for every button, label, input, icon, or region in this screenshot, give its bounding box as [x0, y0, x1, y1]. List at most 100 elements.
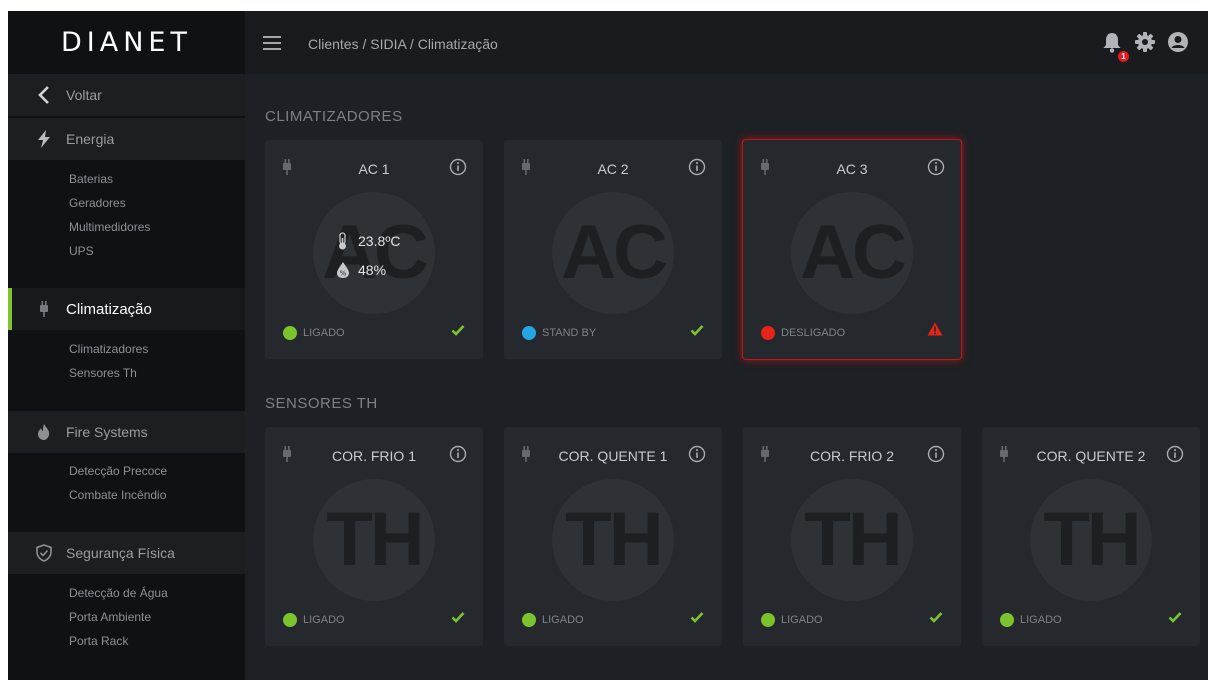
humidity-drop-icon: %: [337, 262, 349, 278]
check-icon: [451, 323, 465, 341]
back-button[interactable]: Voltar: [8, 74, 245, 116]
submenu-item-baterias[interactable]: Baterias: [69, 167, 150, 191]
submenu-item-deteccao-agua[interactable]: Detecção de Água: [69, 581, 168, 605]
card-placeholder-text: AC: [800, 210, 907, 295]
hamburger-menu-icon[interactable]: [263, 36, 281, 54]
submenu-item-sensores-th[interactable]: Sensores Th: [69, 361, 148, 385]
lightning-icon: [34, 130, 54, 148]
user-avatar-icon: [1168, 32, 1188, 52]
card-placeholder-text: AC: [322, 210, 429, 295]
sidebar: DIANET Voltar Energia Baterias Geradores…: [8, 11, 245, 680]
status-indicator: DESLIGADO: [761, 326, 845, 340]
sensores-title: SENSORES TH: [265, 395, 378, 412]
status-dot: [522, 613, 536, 627]
check-icon: [929, 610, 943, 628]
sidebar-item-label: Climatização: [66, 300, 152, 318]
card-placeholder-text: TH: [1043, 497, 1141, 582]
humidity-reading: % 48%: [336, 261, 386, 279]
status-label: LIGADO: [542, 614, 584, 626]
thermometer-icon: [339, 232, 346, 250]
status-dot: [761, 326, 775, 340]
card-placeholder-text: TH: [804, 497, 902, 582]
chevron-left-icon: [34, 86, 54, 104]
info-icon[interactable]: [449, 158, 467, 181]
info-icon[interactable]: [1166, 445, 1184, 468]
status-indicator: LIGADO: [283, 326, 345, 340]
status-dot: [1000, 613, 1014, 627]
card-placeholder-text: TH: [565, 497, 663, 582]
info-icon[interactable]: [449, 445, 467, 468]
sidebar-item-energia[interactable]: Energia: [8, 118, 245, 160]
sidebar-item-fire-systems[interactable]: Fire Systems: [8, 411, 245, 453]
status-label: LIGADO: [781, 614, 823, 626]
submenu-item-combate-incendio[interactable]: Combate Incêndio: [69, 483, 167, 507]
info-icon[interactable]: [688, 445, 706, 468]
submenu-fire-systems: Detecção Precoce Combate Incêndio: [69, 459, 167, 507]
ac-card[interactable]: AC 2 AC STAND BY: [504, 140, 722, 359]
status-dot: [283, 326, 297, 340]
status-indicator: LIGADO: [283, 613, 345, 627]
info-icon[interactable]: [927, 158, 945, 181]
sidebar-item-label: Fire Systems: [66, 424, 148, 440]
sensor-card[interactable]: COR. FRIO 2 TH LIGADO: [743, 427, 961, 646]
submenu-climatizacao: Climatizadores Sensores Th: [69, 337, 148, 385]
status-label: LIGADO: [1020, 614, 1062, 626]
card-placeholder-text: AC: [561, 210, 668, 295]
settings-button[interactable]: [1134, 31, 1156, 58]
submenu-item-porta-rack[interactable]: Porta Rack: [69, 629, 168, 653]
check-icon: [690, 323, 704, 341]
info-icon[interactable]: [927, 445, 945, 468]
status-dot: [761, 613, 775, 627]
status-indicator: STAND BY: [522, 326, 596, 340]
status-dot: [283, 613, 297, 627]
temperature-reading: 23.8ºC: [336, 232, 400, 250]
sidebar-item-climatizacao[interactable]: Climatização: [8, 288, 245, 330]
status-label: LIGADO: [303, 614, 345, 626]
shield-check-icon: [34, 544, 54, 562]
ac-card-alert[interactable]: AC 3 AC DESLIGADO: [743, 140, 961, 359]
sidebar-item-label: Energia: [66, 131, 115, 147]
status-label: LIGADO: [303, 327, 345, 339]
logo: DIANET: [61, 27, 192, 58]
status-indicator: LIGADO: [1000, 613, 1062, 627]
svg-text:%: %: [340, 270, 347, 278]
check-icon: [1168, 610, 1182, 628]
status-label: DESLIGADO: [781, 327, 846, 339]
submenu-item-porta-ambiente[interactable]: Porta Ambiente: [69, 605, 168, 629]
status-indicator: LIGADO: [761, 613, 823, 627]
status-label: STAND BY: [542, 327, 597, 339]
sensor-card[interactable]: COR. QUENTE 1 TH LIGADO: [504, 427, 722, 646]
topbar: Clientes / SIDIA / Climatização 1: [245, 11, 1208, 74]
warning-icon: [927, 322, 943, 341]
submenu-item-ups[interactable]: UPS: [69, 239, 150, 263]
notification-badge: 1: [1118, 51, 1129, 62]
status-dot: [522, 326, 536, 340]
status-indicator: LIGADO: [522, 613, 584, 627]
back-label: Voltar: [66, 87, 102, 103]
submenu-seguranca-fisica: Detecção de Água Porta Ambiente Porta Ra…: [69, 581, 168, 653]
sidebar-item-label: Segurança Física: [66, 545, 175, 561]
info-icon[interactable]: [688, 158, 706, 181]
breadcrumb[interactable]: Clientes / SIDIA / Climatização: [308, 36, 498, 52]
submenu-item-climatizadores[interactable]: Climatizadores: [69, 337, 148, 361]
humidity-value: 48%: [358, 262, 387, 278]
notifications-button[interactable]: 1: [1102, 31, 1129, 62]
user-button[interactable]: [1167, 31, 1189, 58]
gear-icon: [1135, 32, 1155, 52]
submenu-item-geradores[interactable]: Geradores: [69, 191, 150, 215]
climatizadores-title: CLIMATIZADORES: [265, 108, 403, 125]
submenu-item-multimedidores[interactable]: Multimedidores: [69, 215, 150, 239]
check-icon: [451, 610, 465, 628]
temperature-value: 23.8ºC: [358, 233, 401, 249]
card-placeholder-text: TH: [326, 497, 424, 582]
sensor-card[interactable]: COR. FRIO 1 TH LIGADO: [265, 427, 483, 646]
sidebar-item-seguranca-fisica[interactable]: Segurança Física: [8, 532, 245, 574]
app-window: DIANET Voltar Energia Baterias Geradores…: [8, 11, 1208, 680]
submenu-item-deteccao-precoce[interactable]: Detecção Precoce: [69, 459, 167, 483]
ac-card[interactable]: AC 1 AC 23.8ºC % 48% LIGADO: [265, 140, 483, 359]
check-icon: [690, 610, 704, 628]
active-indicator: [8, 288, 12, 330]
bell-icon: [1103, 33, 1121, 53]
plug-icon: [34, 300, 54, 318]
sensor-card[interactable]: COR. QUENTE 2 TH LIGADO: [982, 427, 1200, 646]
